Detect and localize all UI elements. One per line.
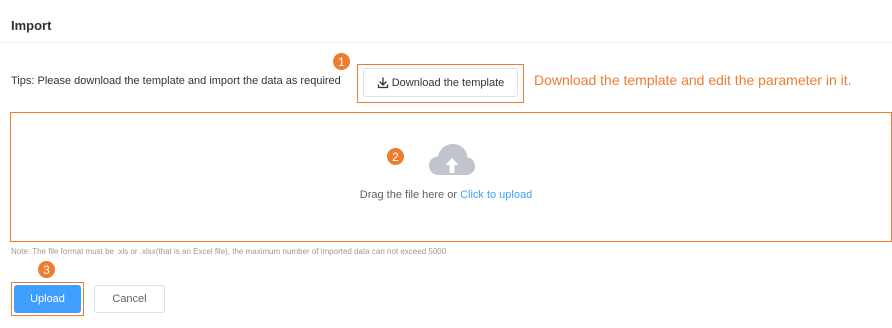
upload-button[interactable]: Upload	[14, 285, 81, 313]
download-template-label: Download the template	[391, 76, 505, 89]
step-2-badge: 2	[387, 148, 404, 165]
download-template-button[interactable]: Download the template	[363, 68, 518, 97]
step-1-badge: 1	[333, 53, 350, 70]
dialog-header: Import	[0, 0, 892, 43]
cancel-button[interactable]: Cancel	[94, 285, 165, 313]
download-icon	[377, 76, 389, 89]
download-annotation-note: Download the template and edit the param…	[534, 72, 852, 88]
drag-drop-text: Drag the file here or	[359, 189, 461, 201]
dialog-title: Import	[11, 18, 52, 33]
step-3-badge: 3	[38, 261, 55, 278]
click-to-upload-link[interactable]: Click to upload	[460, 189, 532, 201]
cloud-upload-icon	[427, 141, 477, 181]
drag-drop-prompt: Drag the file here or Click to upload	[0, 189, 892, 201]
tips-text: Tips: Please download the template and i…	[11, 75, 341, 87]
file-format-note: Note: The file format must be .xls or .x…	[11, 247, 447, 256]
